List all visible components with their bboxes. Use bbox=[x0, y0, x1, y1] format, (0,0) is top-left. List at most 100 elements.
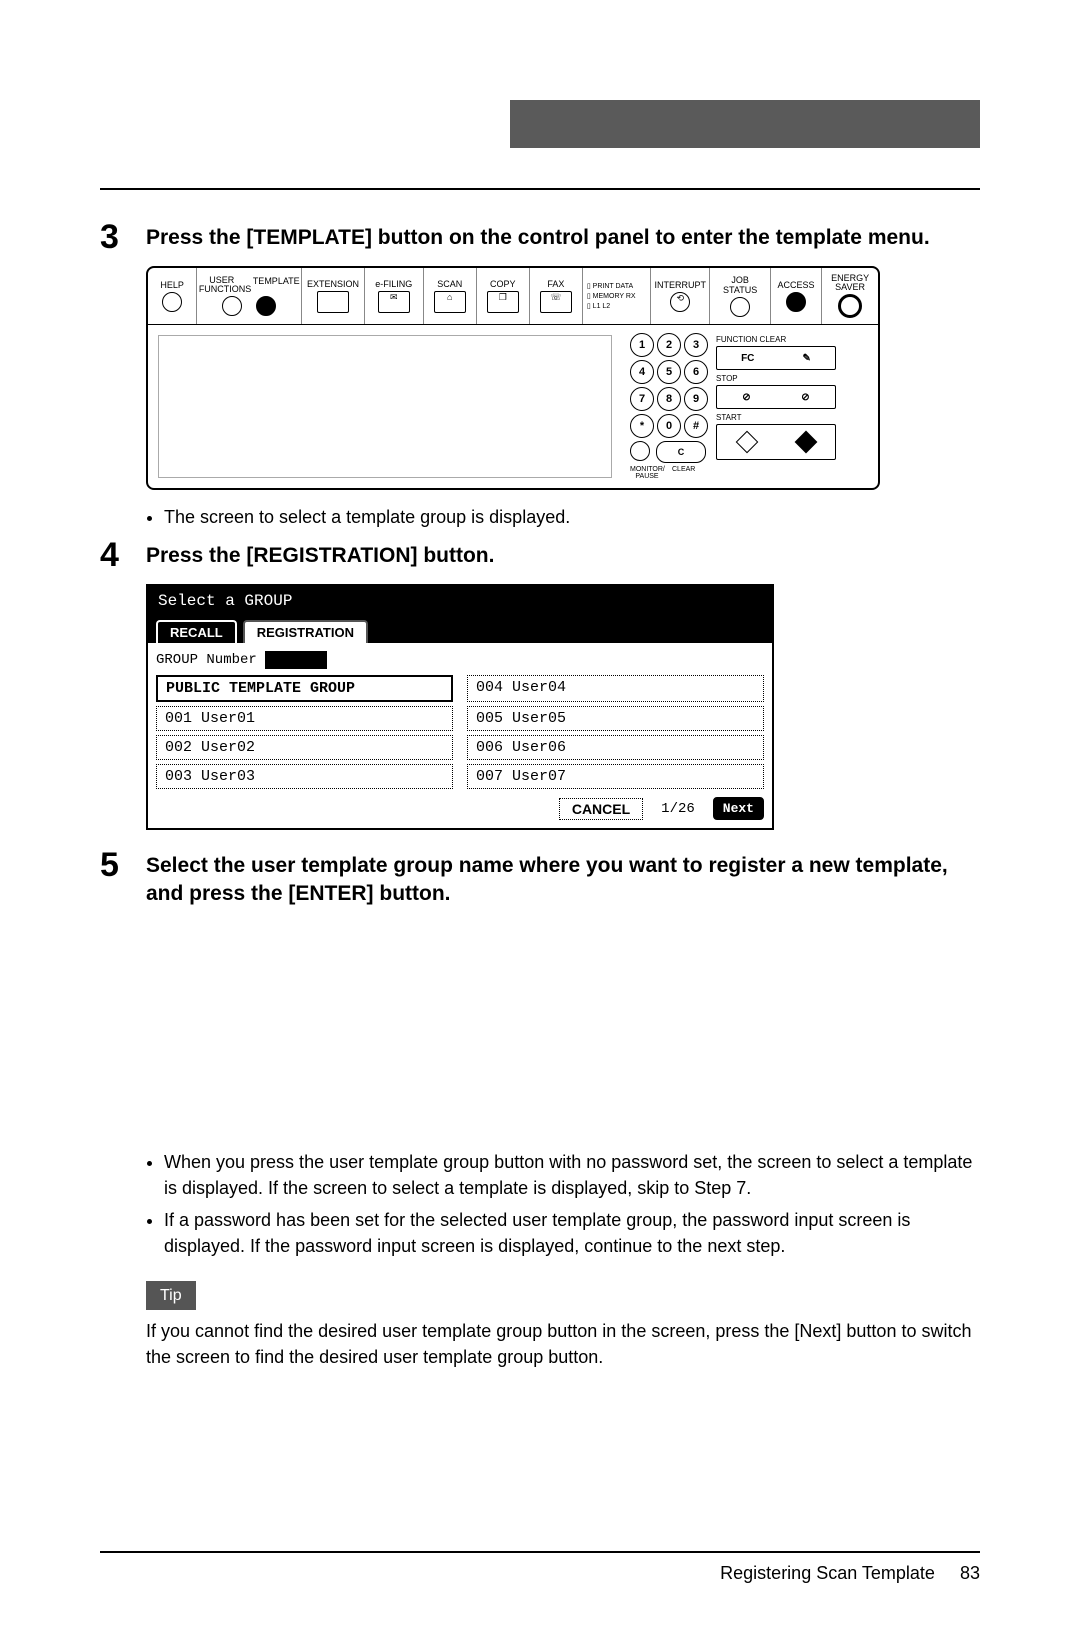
monitor-pause-label: MONITOR/ PAUSE bbox=[630, 466, 664, 480]
group-number-label: GROUP Number bbox=[156, 652, 257, 668]
job-status-label: JOB STATUS bbox=[714, 275, 766, 295]
step-3-bullet-1: The screen to select a template group is… bbox=[164, 504, 980, 530]
pencil-icon: ✎ bbox=[803, 353, 811, 364]
key-1[interactable]: 1 bbox=[630, 333, 654, 357]
template-button[interactable] bbox=[256, 296, 276, 316]
key-5[interactable]: 5 bbox=[657, 360, 681, 384]
stop-button[interactable]: ⊘ ⊘ bbox=[716, 385, 836, 409]
group-grid: PUBLIC TEMPLATE GROUP 004 User04 001 Use… bbox=[156, 675, 764, 789]
step-3-heading: 3 Press the [TEMPLATE] button on the con… bbox=[100, 220, 980, 254]
group-003[interactable]: 003 User03 bbox=[156, 764, 453, 789]
lines-label: ▯ L1 L2 bbox=[587, 302, 610, 310]
panel-bottom: 1 2 3 4 5 6 7 8 9 bbox=[148, 325, 878, 488]
copy-button[interactable]: ❐ bbox=[487, 291, 519, 313]
step-4-title: Press the [REGISTRATION] button. bbox=[146, 538, 494, 572]
tab-registration[interactable]: REGISTRATION bbox=[243, 620, 368, 643]
efiling-label: e-FILING bbox=[375, 279, 412, 289]
fax-label: FAX bbox=[547, 279, 564, 289]
group-007[interactable]: 007 User07 bbox=[467, 764, 764, 789]
footer-rule bbox=[100, 1551, 980, 1553]
panel-top-row: HELP USER FUNCTIONS TEMPLATE EXTENSION e… bbox=[148, 268, 878, 325]
key-6[interactable]: 6 bbox=[684, 360, 708, 384]
start-diamond-icon bbox=[735, 431, 758, 454]
group-005[interactable]: 005 User05 bbox=[467, 706, 764, 731]
footer-page-number: 83 bbox=[960, 1563, 980, 1583]
key-2[interactable]: 2 bbox=[657, 333, 681, 357]
interrupt-label: INTERRUPT bbox=[655, 280, 707, 290]
clear-label: CLEAR bbox=[672, 466, 695, 480]
group-001[interactable]: 001 User01 bbox=[156, 706, 453, 731]
tip-badge: Tip bbox=[146, 1281, 196, 1310]
scan-label: SCAN bbox=[437, 279, 462, 289]
step-3-number: 3 bbox=[100, 220, 146, 254]
page-indicator: 1/26 bbox=[661, 801, 695, 817]
user-functions-button[interactable] bbox=[222, 296, 242, 316]
scan-button[interactable]: ⌂ bbox=[434, 291, 466, 313]
step-5-number: 5 bbox=[100, 848, 146, 909]
step-5-heading: 5 Select the user template group name wh… bbox=[100, 848, 980, 909]
lcd-tabs: RECALL REGISTRATION bbox=[148, 616, 772, 643]
tip-text: If you cannot find the desired user temp… bbox=[146, 1318, 980, 1370]
key-star[interactable]: * bbox=[630, 414, 654, 438]
energy-saver-button[interactable] bbox=[838, 294, 862, 318]
monitor-pause-button[interactable] bbox=[630, 441, 650, 461]
group-006[interactable]: 006 User06 bbox=[467, 735, 764, 760]
help-label: HELP bbox=[160, 280, 184, 290]
page-header bbox=[100, 100, 980, 148]
control-panel-illustration: HELP USER FUNCTIONS TEMPLATE EXTENSION e… bbox=[146, 266, 880, 490]
memory-rx-label: ▯ MEMORY RX bbox=[587, 292, 636, 300]
key-9[interactable]: 9 bbox=[684, 387, 708, 411]
fax-button[interactable]: ☏ bbox=[540, 291, 572, 313]
job-status-button[interactable] bbox=[730, 297, 750, 317]
step-5-bullet-2: If a password has been set for the selec… bbox=[164, 1207, 980, 1259]
group-004[interactable]: 004 User04 bbox=[467, 675, 764, 702]
function-clear-label: FUNCTION CLEAR bbox=[716, 335, 836, 344]
cancel-button[interactable]: CANCEL bbox=[559, 798, 643, 820]
start-diamond-icon-2 bbox=[794, 431, 817, 454]
footer-label: Registering Scan Template bbox=[720, 1563, 935, 1583]
start-label: START bbox=[716, 413, 836, 422]
extension-label: EXTENSION bbox=[307, 279, 359, 289]
access-label: ACCESS bbox=[778, 280, 815, 290]
efiling-button[interactable]: ✉ bbox=[378, 291, 410, 313]
panel-right-controls: 1 2 3 4 5 6 7 8 9 bbox=[622, 325, 878, 488]
numeric-keypad: 1 2 3 4 5 6 7 8 9 bbox=[630, 333, 708, 480]
access-button[interactable] bbox=[786, 292, 806, 312]
group-002[interactable]: 002 User02 bbox=[156, 735, 453, 760]
group-public[interactable]: PUBLIC TEMPLATE GROUP bbox=[156, 675, 453, 702]
extension-button[interactable] bbox=[317, 291, 349, 313]
print-data-label: ▯ PRINT DATA bbox=[587, 282, 633, 290]
step-4-number: 4 bbox=[100, 538, 146, 572]
key-3[interactable]: 3 bbox=[684, 333, 708, 357]
tab-recall[interactable]: RECALL bbox=[156, 620, 237, 643]
next-button[interactable]: Next bbox=[713, 797, 764, 820]
energy-saver-label: ENERGY SAVER bbox=[826, 274, 874, 292]
step-3-title: Press the [TEMPLATE] button on the contr… bbox=[146, 220, 930, 254]
key-8[interactable]: 8 bbox=[657, 387, 681, 411]
key-7[interactable]: 7 bbox=[630, 387, 654, 411]
header-dark-strip bbox=[510, 100, 980, 148]
help-button[interactable] bbox=[162, 292, 182, 312]
fc-button[interactable]: FC✎ bbox=[716, 346, 836, 370]
header-rule bbox=[100, 188, 980, 190]
step-5-bullet-1: When you press the user template group b… bbox=[164, 1149, 980, 1201]
panel-lcd-blank bbox=[158, 335, 612, 478]
lcd-title: Select a GROUP bbox=[148, 586, 772, 616]
stop-icon: ⊘ bbox=[742, 392, 750, 403]
copy-label: COPY bbox=[490, 279, 516, 289]
key-4[interactable]: 4 bbox=[630, 360, 654, 384]
user-functions-label: USER FUNCTIONS bbox=[199, 276, 245, 294]
key-hash[interactable]: # bbox=[684, 414, 708, 438]
stop-icon-2: ⊘ bbox=[801, 392, 809, 403]
step-5-title: Select the user template group name wher… bbox=[146, 848, 980, 909]
clear-c-button[interactable]: C bbox=[656, 441, 706, 463]
lcd-screenshot: Select a GROUP RECALL REGISTRATION GROUP… bbox=[146, 584, 774, 830]
page-footer: Registering Scan Template 83 bbox=[100, 1551, 980, 1584]
interrupt-button[interactable]: ⟲ bbox=[670, 292, 690, 312]
start-button[interactable] bbox=[716, 424, 836, 460]
group-number-field[interactable] bbox=[265, 651, 327, 669]
template-label: TEMPLATE bbox=[253, 276, 300, 294]
stop-label: STOP bbox=[716, 374, 836, 383]
step-4-heading: 4 Press the [REGISTRATION] button. bbox=[100, 538, 980, 572]
key-0[interactable]: 0 bbox=[657, 414, 681, 438]
